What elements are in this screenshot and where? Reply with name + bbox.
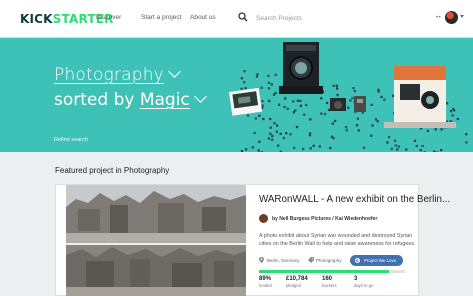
user-menu[interactable]: •• bbox=[436, 11, 466, 25]
featured-heading: Featured project in Photography bbox=[55, 166, 170, 175]
avatar[interactable] bbox=[445, 11, 458, 24]
stat-backers: 160 backers bbox=[322, 276, 337, 288]
search-icon[interactable] bbox=[238, 12, 248, 22]
project-image[interactable] bbox=[66, 185, 246, 296]
hero-category-select[interactable]: Photography bbox=[54, 65, 181, 85]
chevron-down-icon bbox=[168, 65, 181, 78]
project-blurb: A photo exhibit about Syrian war wounded… bbox=[259, 233, 416, 247]
stat-funded: 89% funded bbox=[259, 276, 272, 288]
chevron-down-icon bbox=[193, 90, 207, 103]
search-input[interactable] bbox=[256, 11, 406, 25]
stat-pledged: £10,784 pledged bbox=[286, 276, 308, 288]
project-location[interactable]: Berlin, Germany bbox=[267, 258, 300, 263]
project-we-love-badge[interactable]: Project We Love bbox=[350, 255, 404, 266]
kickstarter-k-icon bbox=[355, 258, 360, 263]
nav-about-us[interactable]: About us bbox=[190, 14, 216, 21]
funding-progress-bar bbox=[259, 270, 405, 273]
project-category[interactable]: Photography bbox=[316, 258, 342, 263]
category-hero: Photography sorted by Magic Refine searc… bbox=[0, 38, 473, 152]
featured-project-card[interactable]: WARonWALL - A new exhibit on the Berlin.… bbox=[55, 184, 450, 296]
funding-progress-fill bbox=[259, 270, 389, 273]
location-pin-icon bbox=[259, 257, 264, 263]
nav-start-a-project[interactable]: Start a project bbox=[141, 14, 181, 21]
creator-avatar bbox=[259, 214, 268, 223]
nav-discover[interactable]: Discover bbox=[96, 14, 121, 21]
creator-name[interactable]: by Nell Burgess Pictures / Kai Wiedenhoe… bbox=[272, 216, 377, 222]
top-navigation: KICKSTARTER Discover Start a project Abo… bbox=[0, 0, 473, 38]
camera-tag-icon bbox=[308, 257, 314, 263]
chevron-down-icon bbox=[460, 15, 464, 18]
hero-sort-select[interactable]: sorted by Magic bbox=[54, 90, 207, 110]
more-dots: •• bbox=[436, 15, 442, 21]
stat-days-to-go: 3 days to go bbox=[354, 276, 374, 288]
refine-search-link[interactable]: Refine search bbox=[54, 137, 88, 143]
project-title[interactable]: WARonWALL - A new exhibit on the Berlin.… bbox=[259, 194, 450, 205]
project-meta: Berlin, Germany Photography Project We L… bbox=[259, 255, 417, 267]
